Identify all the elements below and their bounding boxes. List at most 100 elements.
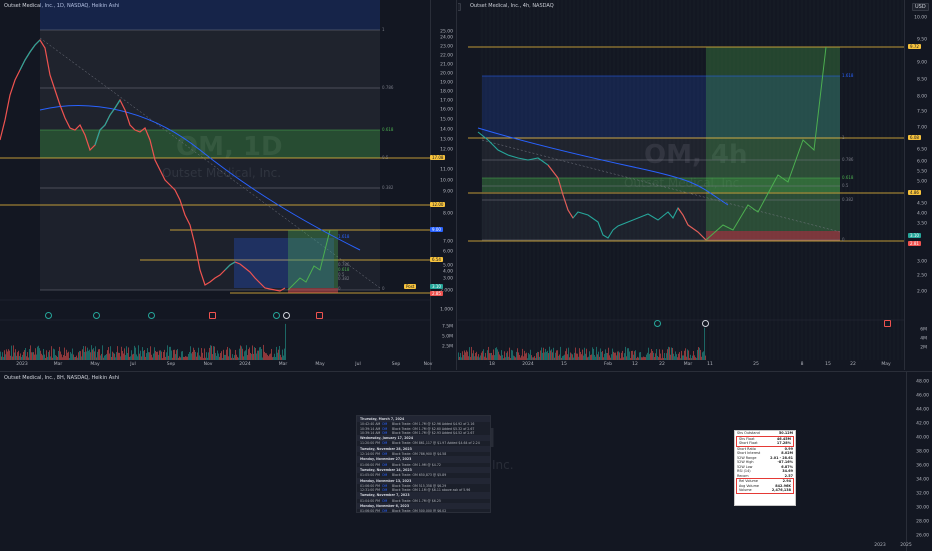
fib-label: 0.382 xyxy=(842,197,854,202)
trade-row[interactable]: 01:06:00 PM OM Block Trade: OM 500,000 @ $… xyxy=(357,509,490,512)
volume-bar xyxy=(563,355,564,360)
volume-bar xyxy=(606,352,607,360)
volume-bar xyxy=(24,350,25,360)
volume-bar xyxy=(468,356,469,360)
earnings-marker[interactable] xyxy=(316,312,323,319)
trade-row[interactable]: 10:39:14 AM OM Block Trade: OM 1.7M @ $2.9… xyxy=(357,431,490,435)
volume-bar xyxy=(52,357,53,360)
chart-pane-4h[interactable]: USD Outset Medical, Inc., 4h, NASDAQ USD… xyxy=(458,0,932,370)
trade-symbol: OM xyxy=(382,441,388,446)
volume-bar xyxy=(198,347,199,360)
dividend-marker[interactable] xyxy=(283,312,290,319)
volume-bar xyxy=(248,349,249,360)
fib-label: 0.618 xyxy=(382,127,394,132)
volume-bar xyxy=(632,350,633,360)
volume-bar xyxy=(602,351,603,360)
volume-bar xyxy=(244,351,245,360)
volume-bar xyxy=(8,349,9,360)
volume-bar xyxy=(508,356,509,360)
price-tag: 3.10 xyxy=(430,284,443,289)
volume-bar xyxy=(469,347,470,360)
volume-bar xyxy=(31,352,32,360)
volume-bar xyxy=(648,347,649,360)
price-axis[interactable]: 10.00 9.50 9.00 8.50 8.00 7.50 7.00 6.50… xyxy=(904,0,931,370)
volume-bar xyxy=(44,354,45,360)
trade-text: Block Trade: OM 861,117 @ $1.97 Added $4… xyxy=(392,441,480,446)
volume-bar xyxy=(613,351,614,360)
volume-bar xyxy=(82,349,83,360)
volume-bar xyxy=(653,352,654,360)
volume-bar xyxy=(667,349,668,360)
volume-bar xyxy=(94,351,95,360)
dividend-marker[interactable] xyxy=(273,312,280,319)
volume-bar xyxy=(566,348,567,360)
volume-bar xyxy=(22,354,23,360)
volume-bar xyxy=(684,350,685,360)
trade-symbol: OM xyxy=(382,462,388,467)
volume-bar xyxy=(122,350,123,360)
volume-bar xyxy=(274,353,275,360)
volume-bar xyxy=(634,351,635,360)
volume-bar xyxy=(633,354,634,360)
volume-bar xyxy=(263,344,264,360)
volume-bar xyxy=(546,351,547,360)
volume-bar xyxy=(225,354,226,360)
trade-row[interactable]: 12:31:00 PM OM Block Trade: OM 1.1M @ $6.1… xyxy=(357,488,490,492)
volume-bar xyxy=(53,348,54,360)
trade-symbol: OM xyxy=(382,473,388,478)
price-chart-4h[interactable] xyxy=(458,0,904,370)
volume-bar xyxy=(577,353,578,360)
volume-bar xyxy=(283,355,284,360)
volume-bar xyxy=(700,349,701,360)
volume-bar xyxy=(74,357,75,360)
volume-bar xyxy=(175,354,176,360)
volume-bar xyxy=(488,346,489,360)
price-axis[interactable]: 48.00 46.00 44.00 42.00 40.00 38.00 36.0… xyxy=(906,372,932,551)
dividend-marker[interactable] xyxy=(148,312,155,319)
price-tag: 17.08 xyxy=(430,155,446,160)
chart-pane-1d[interactable]: Outset Medical, Inc., 1D, NASDAQ, Heikin… xyxy=(0,0,457,370)
volume-bar xyxy=(152,357,153,360)
volume-bar xyxy=(476,351,477,360)
volume-bar xyxy=(119,352,120,360)
volume-bar xyxy=(538,352,539,360)
volume-bar xyxy=(187,356,188,360)
volume-bar xyxy=(209,347,210,360)
volume-bar xyxy=(268,356,269,360)
volume-bar xyxy=(266,353,267,360)
volume-bar xyxy=(628,348,629,360)
volume-bar xyxy=(100,355,101,360)
volume-bar xyxy=(575,347,576,360)
trade-row[interactable]: 11:20:00 PM OM Block Trade: OM 861,117 @ $… xyxy=(357,441,490,445)
time-axis[interactable]: 2023 Mar May Jul Sep Nov 2024 Mar May Ju… xyxy=(0,362,432,370)
volume-bar xyxy=(530,349,531,360)
earnings-marker[interactable] xyxy=(209,312,216,319)
volume-bar xyxy=(78,352,79,360)
block-trades-panel[interactable]: Thursday, March 7, 2024 10:42:40 AM OM Bloc… xyxy=(356,415,491,513)
volume-bar xyxy=(576,353,577,360)
volume-bar xyxy=(188,353,189,360)
volume-bar xyxy=(150,346,151,360)
volume-bar xyxy=(659,349,660,360)
volume-bar xyxy=(523,356,524,360)
volume-bar xyxy=(619,352,620,360)
volume-bar xyxy=(460,353,461,360)
fib-label: 0.382 xyxy=(382,185,394,190)
volume-bar xyxy=(134,345,135,360)
volume-bar xyxy=(644,356,645,360)
volume-bar xyxy=(16,355,17,360)
volume-bar xyxy=(515,357,516,360)
dividend-marker[interactable] xyxy=(45,312,52,319)
volume-bar xyxy=(202,352,203,360)
price-axis[interactable]: 25.00 24.00 23.00 22.00 21.00 20.00 19.0… xyxy=(430,0,456,370)
volume-bar xyxy=(267,354,268,360)
volume-bar xyxy=(203,358,204,360)
volume-bar xyxy=(30,345,31,360)
time-axis[interactable]: 18 2024 15 Feb 12 22 Mar 11 25 8 15 22 M… xyxy=(458,362,904,370)
volume-bar xyxy=(251,353,252,360)
stat-label: Short Float xyxy=(739,441,758,445)
volume-bar xyxy=(595,356,596,360)
volume-bar xyxy=(492,355,493,360)
dividend-marker[interactable] xyxy=(93,312,100,319)
volume-bar xyxy=(32,352,33,360)
